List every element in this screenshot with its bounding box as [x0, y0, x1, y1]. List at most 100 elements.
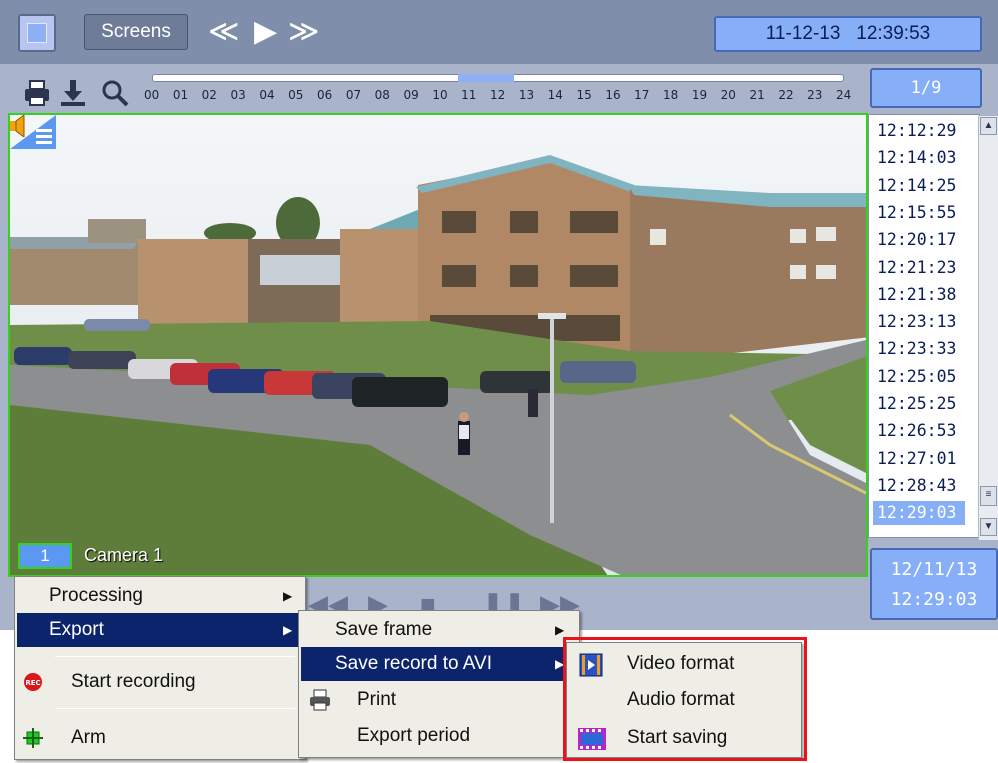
timeline-hour-label: 13: [518, 88, 535, 102]
current-date: 12/11/13: [890, 559, 978, 580]
rec-icon: REC: [24, 673, 42, 691]
scroll-up-button[interactable]: ▲: [980, 117, 997, 135]
menu-item-audio-format[interactable]: Audio format: [569, 683, 799, 717]
video-format-icon: [579, 653, 603, 677]
current-datetime-display: 12/11/13 12:29:03: [870, 548, 998, 620]
layout-square-icon: [27, 23, 47, 43]
timeline-hour-label: 00: [144, 88, 160, 102]
fast-forward-icon[interactable]: ≫: [288, 14, 319, 50]
timeline-hour-label: 05: [288, 88, 304, 102]
save-avi-submenu: Video format Audio format Start saving: [566, 642, 802, 758]
menu-item-export[interactable]: Export ▶: [17, 613, 303, 647]
menu-item-label: Video format: [627, 653, 735, 674]
time-list-item[interactable]: 12:15:55: [873, 201, 965, 225]
menu-item-print[interactable]: Print: [301, 683, 577, 717]
menu-item-video-format[interactable]: Video format: [569, 647, 799, 681]
time-list-item[interactable]: 12:23:13: [873, 310, 965, 334]
menu-item-arm[interactable]: Arm: [17, 721, 303, 755]
menu-separator: [55, 708, 295, 709]
time-list-item[interactable]: 12:14:03: [873, 146, 965, 170]
camera-name-label: Camera 1: [84, 545, 164, 565]
menu-item-label: Audio format: [627, 689, 735, 710]
submenu-arrow-icon: ▶: [555, 623, 565, 637]
camera-feed-image: [10, 115, 866, 575]
print-icon: [310, 689, 330, 711]
timeline-hour-label: 02: [201, 88, 217, 102]
scroll-down-button[interactable]: ▼: [980, 518, 997, 536]
time-list-item[interactable]: 12:29:03: [873, 501, 965, 526]
submenu-arrow-icon: ▶: [283, 623, 293, 637]
camera-view[interactable]: 1 Camera 1: [8, 113, 868, 577]
timeline-hour-label: 24: [836, 88, 852, 102]
timeline-hour-label: 22: [778, 88, 794, 102]
timeline-hour-label: 11: [461, 88, 477, 102]
submenu-arrow-icon: ▶: [283, 589, 293, 603]
timeline-hour-label: 03: [230, 88, 246, 102]
menu-item-start-saving[interactable]: Start saving: [569, 721, 799, 755]
timeline-hour-label: 19: [691, 88, 708, 102]
time-list-item[interactable]: 12:26:53: [873, 419, 965, 443]
timeline-hour-label: 21: [749, 88, 765, 102]
menu-item-label: Start recording: [71, 671, 196, 692]
time-list-item[interactable]: 12:23:33: [873, 337, 965, 361]
time-list-item[interactable]: 12:25:05: [873, 365, 965, 389]
menu-item-label: Export: [49, 619, 104, 640]
screens-button[interactable]: Screens: [84, 14, 188, 50]
export-submenu: Save frame ▶ Save record to AVI ▶ Print …: [298, 610, 580, 758]
menu-item-label: Processing: [49, 585, 143, 606]
menu-item-save-record-to-avi[interactable]: Save record to AVI ▶: [301, 647, 577, 681]
time-list-item[interactable]: 12:12:29: [873, 119, 965, 143]
time-list-item[interactable]: 12:21:38: [873, 283, 965, 307]
time-list-scrollbar[interactable]: ▲ ≡ ▼: [978, 116, 998, 540]
timeline-hour-label: 06: [317, 88, 333, 102]
menu-item-label: Save record to AVI: [335, 653, 493, 674]
time-list-item[interactable]: 12:27:01: [873, 447, 965, 471]
menu-item-export-period[interactable]: Export period: [301, 719, 577, 753]
download-icon[interactable]: [58, 78, 88, 108]
menu-item-processing[interactable]: Processing ▶: [17, 579, 303, 613]
timeline-hour-label: 15: [576, 88, 592, 102]
menu-item-label: Start saving: [627, 727, 728, 748]
timeline-hour-label: 12: [490, 88, 506, 102]
time-list-item[interactable]: 12:14:25: [873, 174, 965, 198]
submenu-arrow-icon: ▶: [555, 657, 565, 671]
timeline-hour-label: 08: [374, 88, 390, 102]
timeline-hour-labels: 00 01 02 03 04 05 06 07 08 09 10 11 12 13 14 15 16 17 18 19…: [144, 88, 854, 106]
clock-display: 11-12-13 12:39:53: [714, 16, 982, 52]
menu-separator: [55, 656, 295, 657]
menu-item-save-frame[interactable]: Save frame ▶: [301, 613, 577, 647]
time-list-item[interactable]: 12:25:25: [873, 392, 965, 416]
camera-menu-icon[interactable]: [10, 115, 56, 149]
timeline-position-marker[interactable]: [458, 74, 514, 82]
timeline-hour-label: 10: [432, 88, 448, 102]
timeline-hour-label: 04: [259, 88, 275, 102]
scroll-thumb[interactable]: ≡: [980, 486, 997, 506]
arm-icon: [23, 728, 43, 748]
timeline-hour-label: 18: [663, 88, 679, 102]
timeline-row: 00 01 02 03 04 05 06 07 08 09 10 11 12 13 14 15 16 17 18 19…: [0, 64, 998, 114]
timeline-hour-label: 16: [605, 88, 621, 102]
film-icon: [578, 728, 606, 750]
window-layout-button[interactable]: [18, 14, 56, 52]
time-list-item[interactable]: 12:20:17: [873, 228, 965, 252]
timeline-slider[interactable]: [152, 74, 844, 82]
rewind-icon[interactable]: ≪: [208, 14, 239, 50]
menu-item-label: Save frame: [335, 619, 433, 640]
time-list-item[interactable]: 12:28:43: [873, 474, 965, 498]
camera-context-menu: Processing ▶ Export ▶ REC Start recordin…: [14, 576, 306, 760]
menu-item-start-recording[interactable]: REC Start recording: [17, 665, 303, 699]
video-surveillance-app: Screens ≪ ▶ ≫ 11-12-13 12:39:53 00 01 02 03…: [0, 0, 998, 630]
timeline-hour-label: 09: [403, 88, 419, 102]
current-time: 12:29:03: [890, 589, 978, 610]
time-list-item[interactable]: 12:21:23: [873, 256, 965, 280]
print-icon[interactable]: [22, 78, 52, 108]
top-toolbar: Screens ≪ ▶ ≫ 11-12-13 12:39:53: [0, 0, 998, 64]
event-time-list[interactable]: 12:12:29 12:14:03 12:14:25 12:15:55 12:20:17…: [868, 114, 980, 538]
timeline-hour-label: 20: [720, 88, 736, 102]
timeline-hour-label: 17: [634, 88, 650, 102]
search-icon[interactable]: [100, 78, 130, 108]
svg-text:REC: REC: [25, 679, 40, 687]
page-indicator: 1/9: [870, 68, 982, 108]
camera-number-badge[interactable]: 1: [18, 543, 72, 569]
play-icon[interactable]: ▶: [254, 14, 277, 50]
